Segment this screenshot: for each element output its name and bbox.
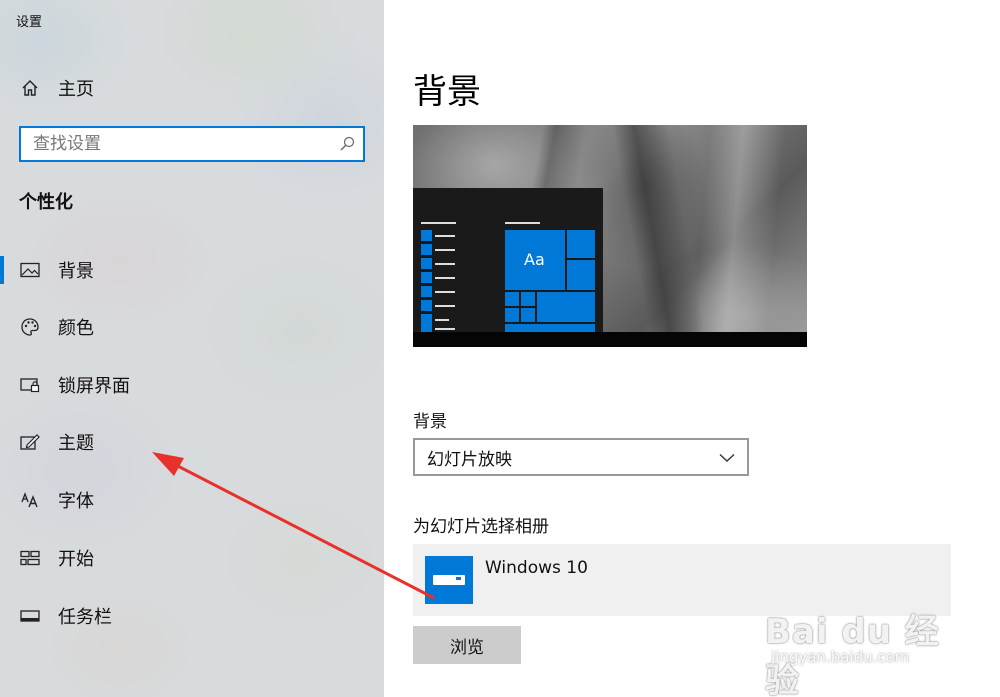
sidebar-item-background[interactable]: 背景 xyxy=(0,250,384,290)
sidebar-item-label: 颜色 xyxy=(58,318,94,339)
sidebar-item-label: 开始 xyxy=(58,549,94,570)
page-title: 背景 xyxy=(413,72,481,112)
app-title: 设置 xyxy=(16,15,43,30)
lock-screen-icon xyxy=(20,375,40,395)
nav-home[interactable]: 主页 xyxy=(0,70,384,106)
album-name: Windows 10 xyxy=(485,558,588,578)
album-label: 为幻灯片选择相册 xyxy=(413,517,549,537)
picture-icon xyxy=(20,260,40,280)
search-icon[interactable] xyxy=(331,128,363,160)
background-label: 背景 xyxy=(413,412,447,432)
sidebar-item-start[interactable]: 开始 xyxy=(0,538,384,578)
sidebar: 设置 主页 个性化 背景 xyxy=(0,0,384,697)
chevron-down-icon xyxy=(719,448,735,467)
taskbar-icon xyxy=(20,606,40,626)
background-preview: Aa xyxy=(413,125,807,347)
section-title: 个性化 xyxy=(19,192,73,213)
start-tiles-icon xyxy=(20,548,40,568)
baidu-watermark: Bai du 经验 jingyan.baidu.com xyxy=(765,590,965,697)
sidebar-item-label: 主题 xyxy=(58,433,94,454)
watermark-url: jingyan.baidu.com xyxy=(771,648,910,666)
theme-brush-icon xyxy=(20,432,40,452)
sidebar-item-label: 锁屏界面 xyxy=(58,376,130,397)
sidebar-item-label: 任务栏 xyxy=(58,607,112,628)
sidebar-item-color[interactable]: 颜色 xyxy=(0,307,384,347)
dropdown-value: 幻灯片放映 xyxy=(427,449,512,470)
preview-tile-large: Aa xyxy=(505,230,565,290)
palette-icon xyxy=(20,317,40,337)
background-type-dropdown[interactable]: 幻灯片放映 xyxy=(413,438,749,476)
sidebar-item-label: 背景 xyxy=(58,261,94,282)
home-icon xyxy=(20,78,40,98)
nav-home-label: 主页 xyxy=(58,79,94,100)
folder-icon xyxy=(425,556,473,604)
browse-button[interactable]: 浏览 xyxy=(413,626,521,664)
search-box[interactable] xyxy=(19,126,365,162)
settings-window: 设置 主页 个性化 背景 xyxy=(0,0,1000,697)
sidebar-item-fonts[interactable]: 字体 xyxy=(0,480,384,520)
sidebar-item-label: 字体 xyxy=(58,491,94,512)
sidebar-item-lock-screen[interactable]: 锁屏界面 xyxy=(0,365,384,405)
font-icon xyxy=(20,490,40,510)
search-input[interactable] xyxy=(21,128,331,160)
preview-start-menu: Aa xyxy=(413,188,603,332)
sidebar-item-taskbar[interactable]: 任务栏 xyxy=(0,596,384,636)
preview-taskbar xyxy=(413,332,807,347)
sidebar-item-theme[interactable]: 主题 xyxy=(0,422,384,462)
